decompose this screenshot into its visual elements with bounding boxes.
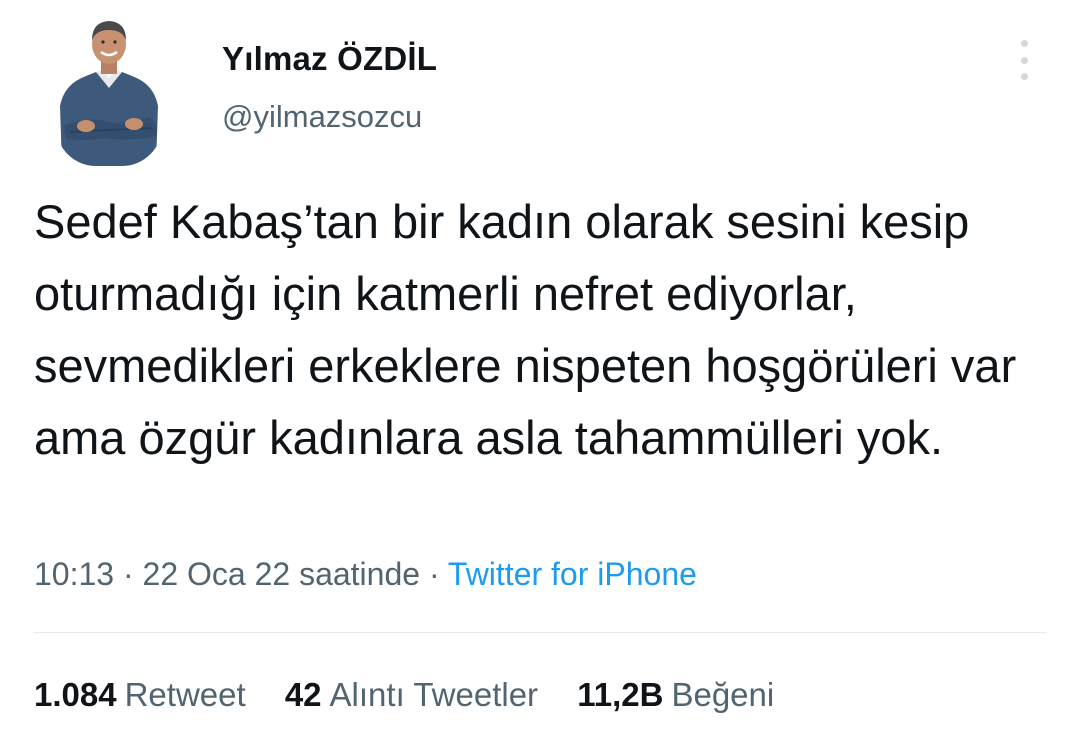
more-vertical-icon[interactable]: [1010, 40, 1038, 80]
quotes-count: 42: [284, 676, 322, 713]
likes-stat[interactable]: 11,2B Beğeni: [577, 676, 774, 713]
more-dot: [1020, 56, 1028, 64]
avatar[interactable]: [56, 14, 162, 166]
quotes-stat[interactable]: 42 Alıntı Tweetler: [285, 676, 538, 713]
quotes-label: Alıntı Tweetler: [329, 676, 539, 713]
retweets-label: Retweet: [124, 676, 246, 713]
more-dot: [1020, 40, 1028, 47]
tweet-time[interactable]: 10:13: [34, 556, 114, 592]
more-dot: [1020, 73, 1028, 80]
author-handle[interactable]: @yilmazsozcu: [222, 99, 422, 135]
tweet-source-link[interactable]: Twitter for iPhone: [448, 556, 697, 592]
avatar-photo: [56, 14, 162, 166]
retweets-stat[interactable]: 1.084 Retweet: [34, 676, 246, 713]
tweet-text: Sedef Kabaş’tan bir kadın olarak sesini …: [34, 195, 1017, 464]
divider: [34, 632, 1046, 633]
likes-count: 11,2B: [577, 676, 664, 713]
retweets-count: 1.084: [34, 676, 117, 713]
tweet-stats: 1.084 Retweet 42 Alıntı Tweetler 11,2B Beğe…: [34, 676, 804, 714]
likes-label: Beğeni: [671, 676, 775, 713]
author-name[interactable]: Yılmaz ÖZDİL: [222, 40, 437, 78]
meta-separator: ·: [420, 556, 448, 592]
meta-separator: ·: [114, 556, 143, 592]
tweet-meta: 10:13 · 22 Oca 22 saatinde · Twitter for…: [34, 556, 697, 593]
tweet-date[interactable]: 22 Oca 22 saatinde: [143, 556, 421, 592]
